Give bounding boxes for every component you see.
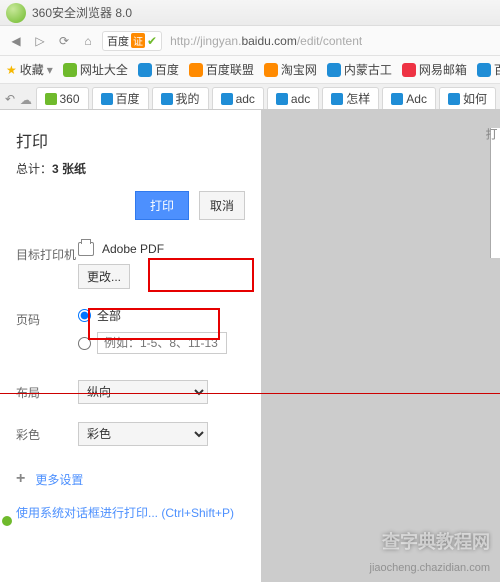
system-dialog-link[interactable]: 使用系统对话框进行打印... (Ctrl+Shift+P) [16,504,245,521]
tab[interactable]: adc [267,87,319,109]
bookmark-item[interactable]: 淘宝网 [264,61,317,78]
watermark-url: jiaocheng.chazidian.com [370,562,490,574]
plus-icon: + [16,470,25,488]
site-cert-badge[interactable]: 百度 证 ✔ [102,31,162,51]
bookmarks-bar: ★收藏▾ 网址大全 百度 百度联盟 淘宝网 内蒙古工 网易邮箱 百度经验 图书馆 [0,56,500,84]
layout-select[interactable]: 纵向 [78,380,208,404]
tab[interactable]: 如何 [439,87,496,109]
pages-all-radio[interactable]: 全部 [78,307,245,324]
bookmark-item[interactable]: 网易邮箱 [402,61,467,78]
more-settings-toggle[interactable]: + 更多设置 [16,470,245,488]
window-title: 360安全浏览器 8.0 [32,4,132,21]
cancel-button[interactable]: 取消 [199,191,245,220]
status-indicator [2,516,12,526]
pages-range-radio[interactable] [78,332,245,354]
star-icon: ★ [6,63,17,77]
user-avatar[interactable] [6,3,26,23]
tab[interactable]: 百度 [92,87,149,109]
bookmark-item[interactable]: 百度经验 [477,61,500,78]
printer-icon [78,242,94,256]
bookmark-item[interactable]: 百度联盟 [189,61,254,78]
back-button[interactable]: ◀ [6,31,26,51]
color-select[interactable]: 彩色 [78,422,208,446]
tab-strip: ↶ ☁ 360 百度 我的 adc adc 怎样 Adc 如何 [0,84,500,110]
print-heading: 打印 [16,128,245,152]
tab[interactable]: 我的 [152,87,209,109]
layout-label: 布局 [16,380,78,401]
forward-button[interactable]: ▷ [30,31,50,51]
color-label: 彩色 [16,422,78,443]
check-icon: ✔ [147,34,157,48]
pages-range-input[interactable] [97,332,227,354]
reload-button[interactable]: ⟳ [54,31,74,51]
destination-value: Adobe PDF [78,242,245,256]
destination-label: 目标打印机 [16,242,78,263]
change-destination-button[interactable]: 更改... [78,264,130,289]
print-total: 总计：3 张纸 [16,160,245,177]
favorites-button[interactable]: ★收藏▾ [6,61,53,78]
tab[interactable]: 360 [36,87,89,109]
preview-page-edge: 打 [490,128,500,258]
print-panel: 打印 总计：3 张纸 打印 取消 目标打印机 Adobe PDF 更改... 页… [0,110,262,582]
bookmark-item[interactable]: 网址大全 [63,61,128,78]
print-preview-area: 打 [262,110,500,582]
tab[interactable]: 怎样 [322,87,379,109]
bookmark-item[interactable]: 百度 [138,61,179,78]
tab[interactable]: adc [212,87,264,109]
address-bar[interactable]: http://jingyan.baidu.com/edit/content [170,33,362,48]
bookmark-item[interactable]: 内蒙古工 [327,61,392,78]
print-button[interactable]: 打印 [135,191,189,220]
undo-close-tab-button[interactable]: ↶ [4,89,16,109]
tab[interactable]: Adc [382,87,436,109]
pages-label: 页码 [16,307,78,328]
home-button[interactable]: ⌂ [78,31,98,51]
cloud-icon[interactable]: ☁ [19,91,32,109]
